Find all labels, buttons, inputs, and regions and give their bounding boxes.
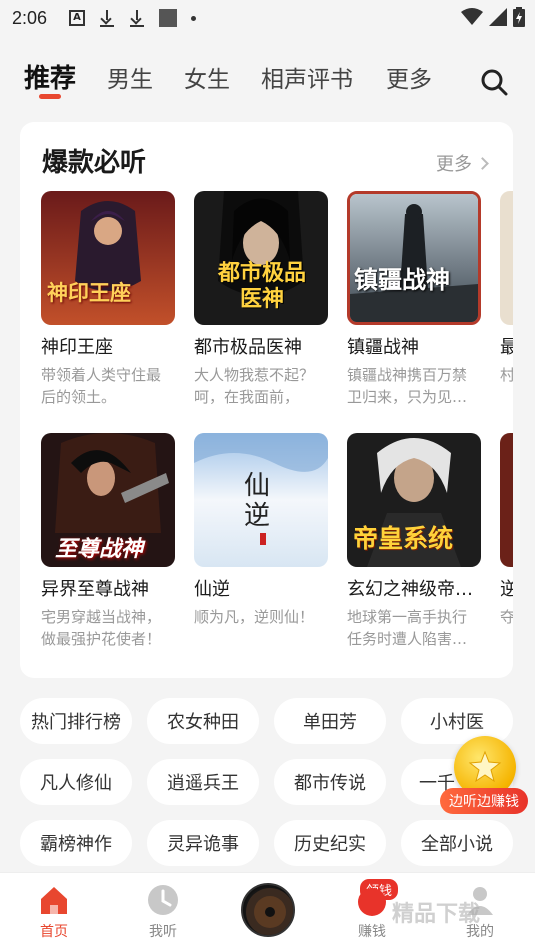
book-title: 异界至尊战神 — [41, 579, 149, 600]
nav-home-label: 首页 — [40, 924, 68, 940]
clock-icon — [146, 883, 180, 917]
book-card[interactable]: 镇疆战神 镇疆战神 镇疆战神携百万禁卫归来，只为见… — [347, 191, 485, 408]
nav-home[interactable]: 首页 — [14, 883, 94, 941]
tab-more[interactable]: 更多 — [386, 60, 432, 94]
now-playing-disc[interactable] — [241, 883, 295, 937]
a-box-icon: A — [69, 10, 86, 26]
book-title: 最 — [500, 337, 513, 358]
book-card[interactable]: 仙逆 仙逆 顺为凡，逆则仙！ — [194, 433, 332, 650]
download-icon — [129, 9, 145, 27]
search-icon[interactable] — [480, 68, 508, 96]
book-card[interactable]: 至尊战神 异界至尊战神 宅男穿越当战神，做最强护花使者！ — [41, 433, 179, 650]
book-desc: 带领着人类守住最后的领土。 — [41, 366, 162, 406]
book-card[interactable]: 神印王座 神印王座 带领着人类守住最后的领土。 — [41, 191, 179, 408]
nav-listening[interactable]: 我听 — [123, 883, 203, 941]
cover-title: 帝皇系统 — [353, 524, 454, 553]
tag-chip[interactable]: 灵异诡事 — [147, 820, 259, 866]
tag-chip[interactable]: 逍遥兵王 — [147, 759, 259, 805]
status-time: 2:06 — [12, 7, 48, 28]
book-cover: 帝皇系统 — [347, 433, 481, 567]
more-link[interactable]: 更多 — [436, 150, 489, 176]
wifi-icon — [461, 8, 483, 25]
book-title: 镇疆战神 — [347, 337, 419, 358]
featured-section: 爆款必听 更多 神印王座 神印王座 带领着人类守住最后的领土。 都市极品医神 都… — [20, 122, 513, 678]
book-card[interactable]: 逆 夺乱 — [500, 433, 513, 650]
square-icon — [159, 9, 178, 27]
book-desc: 宅男穿越当战神，做最强护花使者！ — [41, 608, 162, 648]
book-desc: 夺乱 — [500, 608, 513, 626]
tag-chip[interactable]: 凡人修仙 — [20, 759, 132, 805]
book-cover: 镇疆战神 — [347, 191, 481, 325]
book-card[interactable]: 都市极品医神 都市极品医神 大人物我惹不起？呵，在我面前， — [194, 191, 332, 408]
book-card[interactable]: 帝皇系统 玄幻之神级帝… 地球第一高手执行任务时遭人陷害… — [347, 433, 485, 650]
tag-chip[interactable]: 都市传说 — [274, 759, 386, 805]
money-icon — [355, 883, 389, 917]
book-cover: 至尊战神 — [41, 433, 175, 567]
tab-male[interactable]: 男生 — [107, 60, 153, 94]
book-cover: 仙逆 — [194, 433, 328, 567]
book-title: 都市极品医神 — [194, 337, 302, 358]
cover-title: 神印王座 — [47, 281, 131, 305]
tag-chip[interactable]: 农女种田 — [147, 698, 259, 744]
book-desc: 镇疆战神携百万禁卫归来，只为见… — [347, 366, 468, 406]
book-cover: 都市极品医神 — [194, 191, 328, 325]
tab-recommend[interactable]: 推荐 — [24, 58, 76, 95]
tab-crosstalk[interactable]: 相声评书 — [261, 60, 353, 94]
cover-title: 至尊战神 — [55, 537, 144, 562]
book-card[interactable]: 最 村豪 — [500, 191, 513, 408]
book-title: 玄幻之神级帝… — [347, 579, 473, 600]
battery-icon — [513, 7, 525, 27]
more-label: 更多 — [436, 154, 472, 175]
status-bar: 2:06 A — [0, 0, 535, 36]
book-cover: 神印王座 — [41, 191, 175, 325]
section-title: 爆款必听 — [42, 148, 147, 178]
book-desc: 大人物我惹不起？呵，在我面前， — [194, 366, 315, 406]
tag-chip[interactable]: 霸榜神作 — [20, 820, 132, 866]
home-icon — [37, 883, 71, 917]
book-title: 逆 — [500, 579, 513, 600]
watermark: 精品下载 — [392, 882, 532, 942]
book-desc: 顺为凡，逆则仙！ — [194, 608, 315, 626]
book-desc: 地球第一高手执行任务时遭人陷害… — [347, 608, 468, 648]
watermark-text: 精品下载 — [392, 902, 481, 927]
book-cover — [500, 433, 513, 567]
book-cover — [500, 191, 513, 325]
nav-listening-label: 我听 — [149, 924, 177, 940]
book-title: 仙逆 — [194, 579, 230, 600]
active-tab-indicator — [39, 94, 61, 99]
tag-chip[interactable]: 全部小说 — [401, 820, 513, 866]
listen-earn-button[interactable]: 边听边赚钱 — [440, 736, 530, 816]
listen-earn-label: 边听边赚钱 — [440, 788, 528, 814]
chevron-right-icon — [476, 156, 489, 170]
book-desc: 村豪 — [500, 366, 513, 384]
cover-title: 仙逆 — [244, 471, 271, 531]
cover-title: 都市极品医神 — [217, 261, 306, 312]
tag-chip[interactable]: 热门排行榜 — [20, 698, 132, 744]
signal-icon — [489, 8, 507, 26]
download-icon — [99, 9, 115, 27]
book-title: 神印王座 — [41, 337, 113, 358]
dot-icon — [191, 15, 197, 21]
tag-chip[interactable]: 历史纪实 — [274, 820, 386, 866]
tag-chip[interactable]: 单田芳 — [274, 698, 386, 744]
tab-female[interactable]: 女生 — [184, 60, 230, 94]
cover-title: 镇疆战神 — [354, 266, 450, 294]
top-nav: 推荐 男生 女生 相声评书 更多 — [0, 50, 535, 106]
